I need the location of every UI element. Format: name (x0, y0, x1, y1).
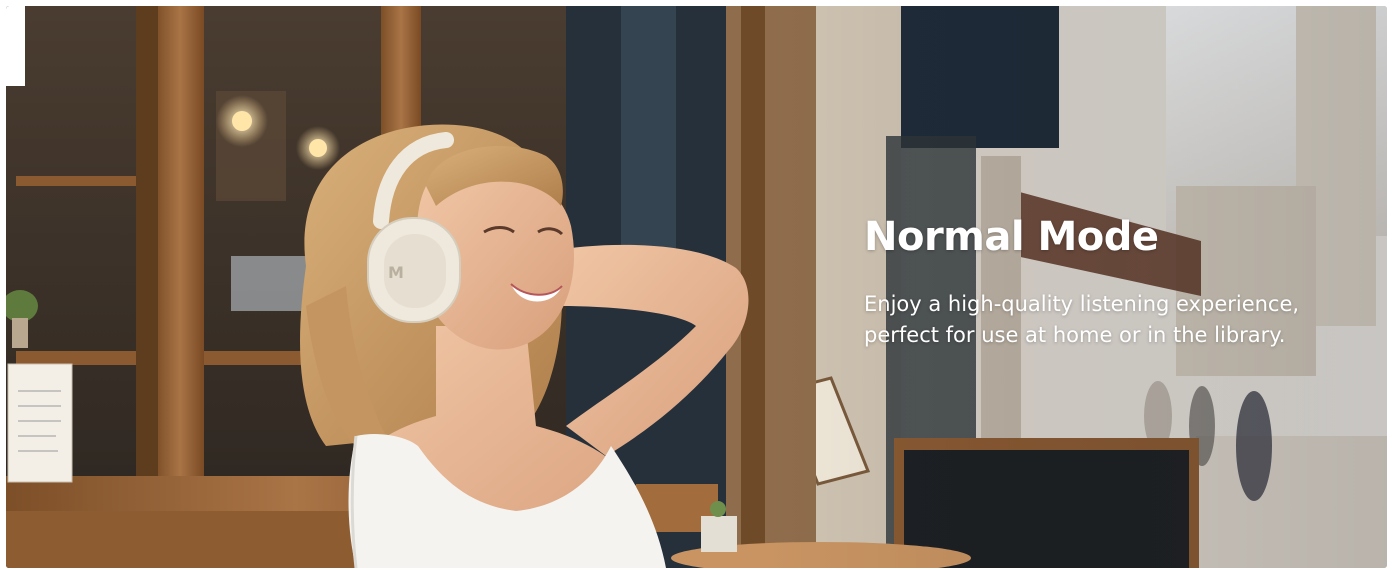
hero-text-block: Normal Mode Enjoy a high-quality listeni… (864, 211, 1374, 351)
mode-title: Normal Mode (864, 214, 1159, 260)
hero-banner: M Normal Mode Enjoy a high-quality liste… (6, 6, 1387, 568)
corner-tab (6, 6, 25, 86)
mode-description: Enjoy a high-quality listening experienc… (864, 292, 1300, 347)
